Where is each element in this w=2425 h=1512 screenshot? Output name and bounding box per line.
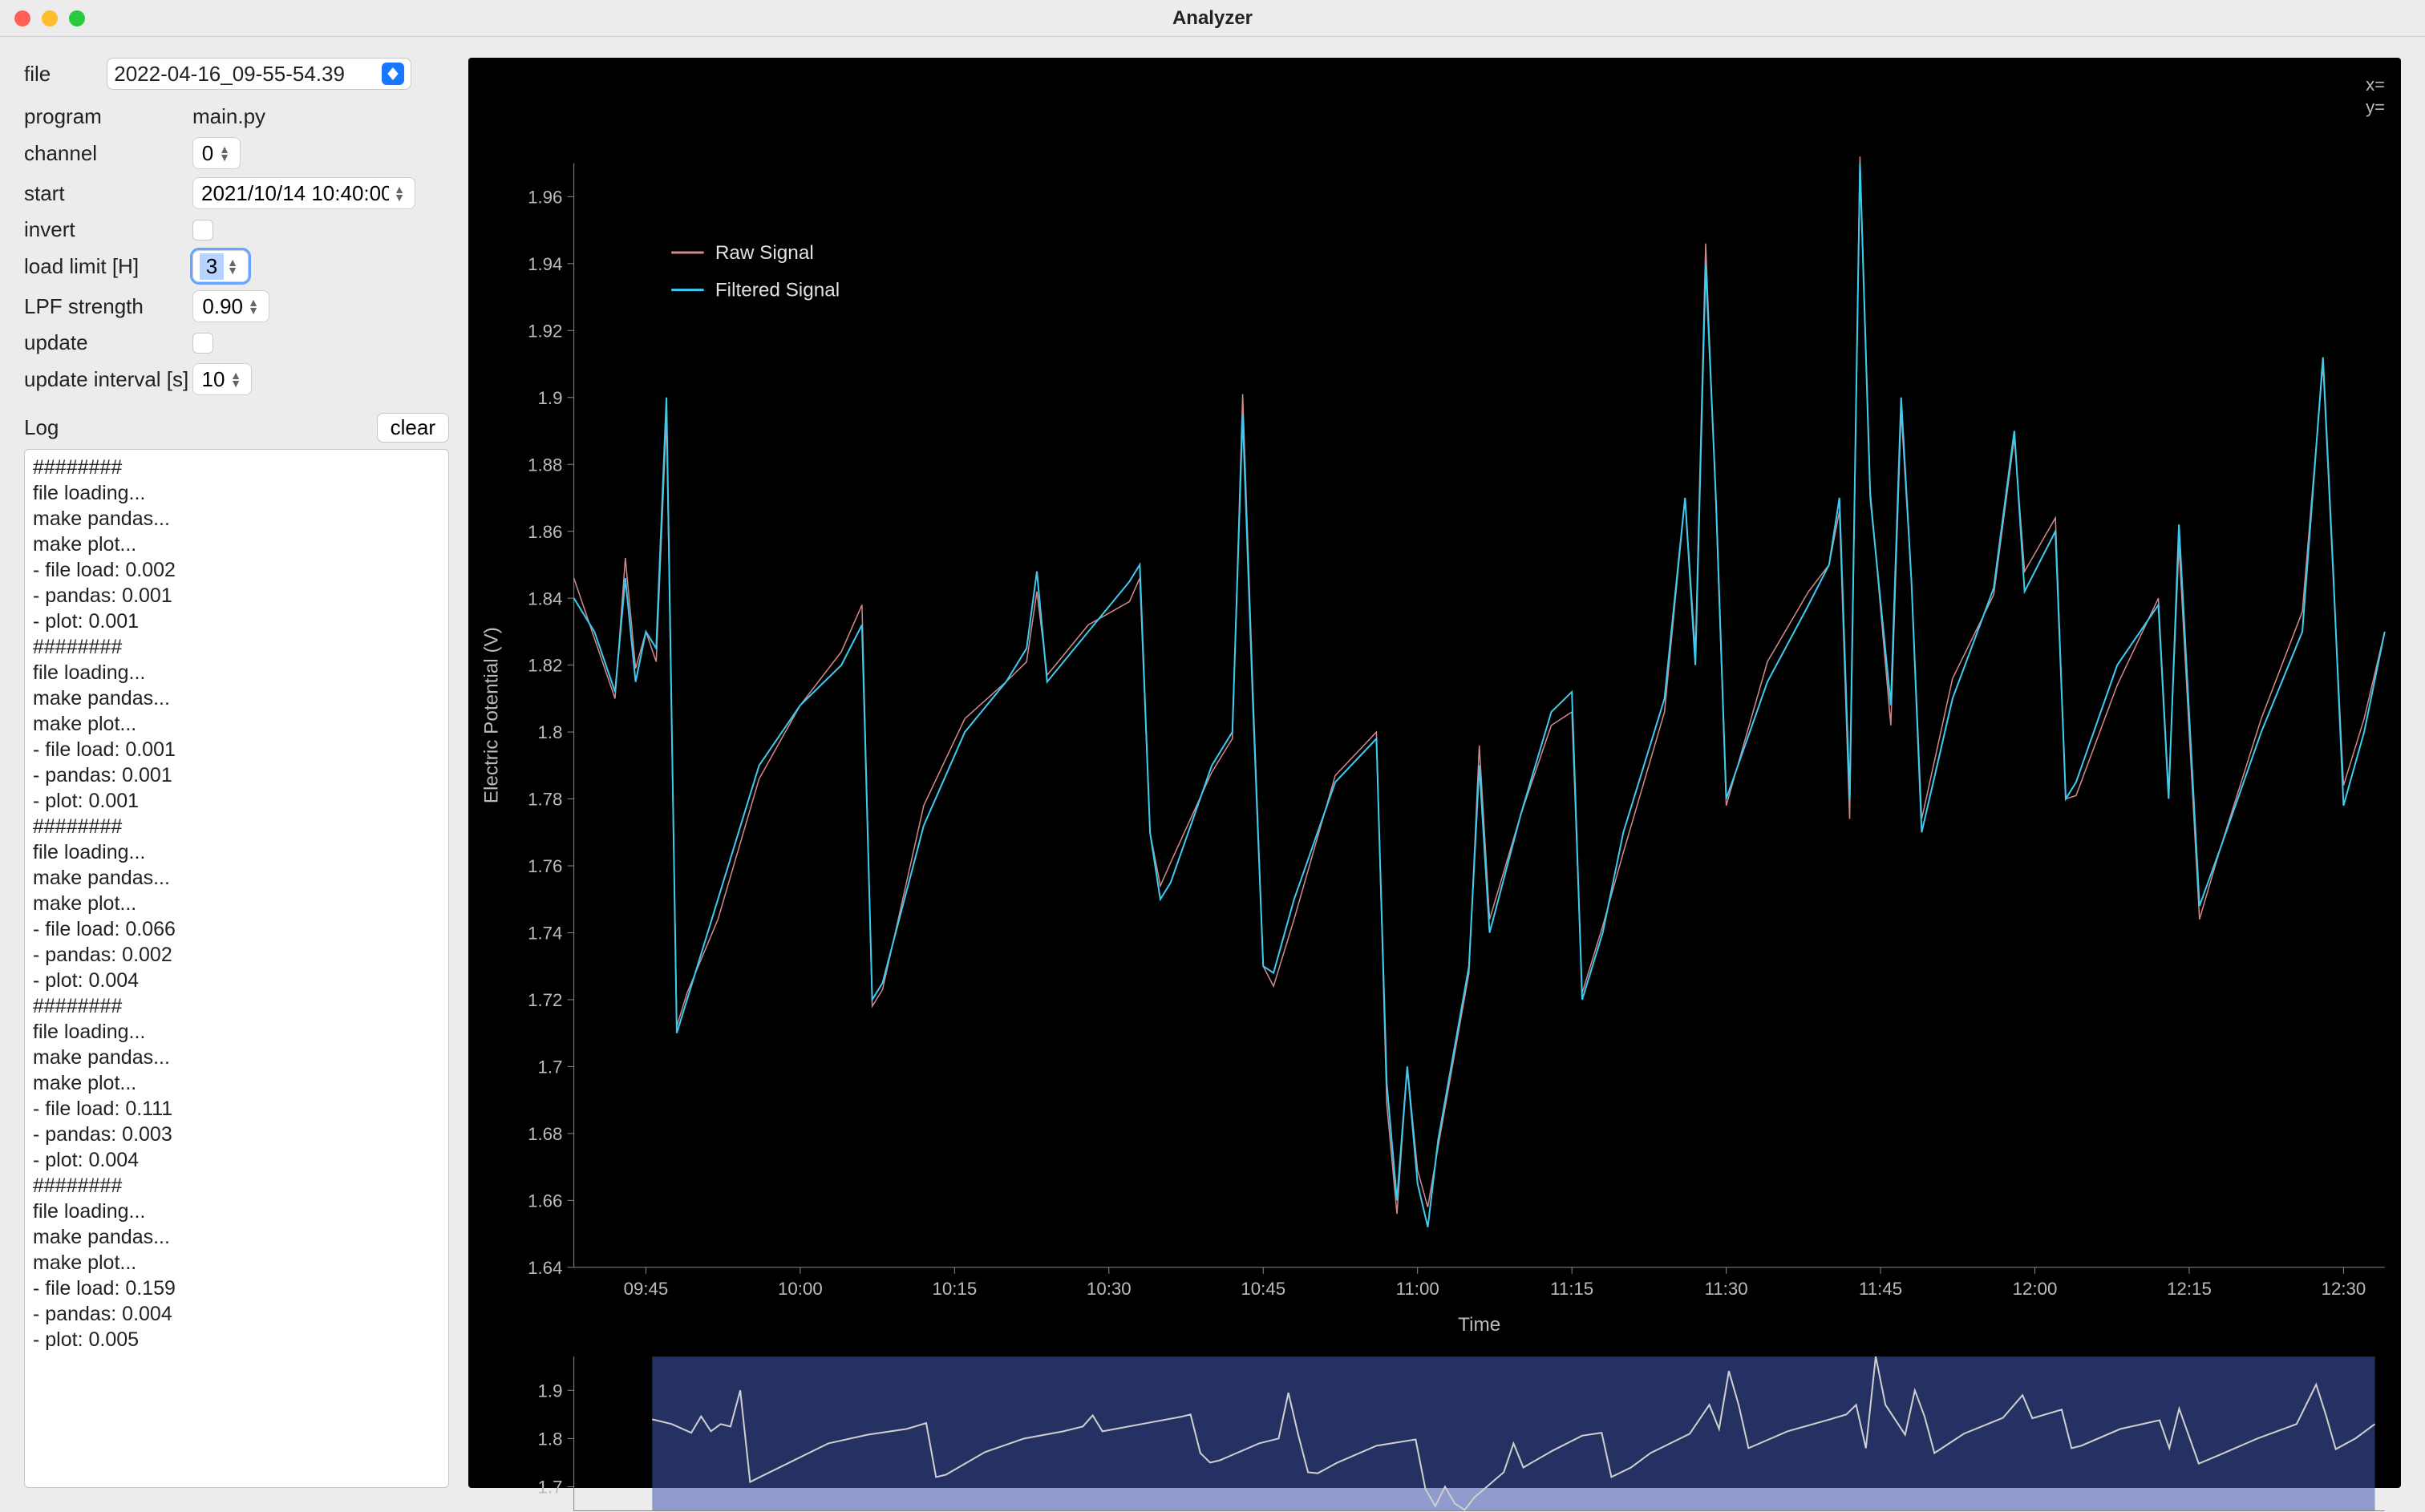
svg-text:1.92: 1.92 — [528, 321, 562, 341]
svg-text:1.8: 1.8 — [538, 722, 563, 742]
svg-text:12:30: 12:30 — [2322, 1279, 2366, 1299]
log-label: Log — [24, 415, 59, 440]
loadlimit-label: load limit [H] — [24, 254, 192, 279]
svg-text:1.78: 1.78 — [528, 790, 562, 810]
file-select[interactable]: 2022-04-16_09-55-54.39 — [107, 58, 411, 90]
channel-input[interactable] — [200, 140, 216, 167]
invert-label: invert — [24, 217, 192, 242]
sidebar: file 2022-04-16_09-55-54.39 program main… — [24, 58, 449, 1488]
svg-text:1.76: 1.76 — [528, 856, 562, 876]
svg-text:10:00: 10:00 — [778, 1279, 823, 1299]
start-datetime-input[interactable] — [200, 180, 391, 207]
svg-text:1.82: 1.82 — [528, 656, 562, 676]
svg-text:11:45: 11:45 — [1859, 1279, 1902, 1299]
updateint-label: update interval [s] — [24, 367, 192, 392]
readout-y: y= — [2366, 96, 2385, 119]
readout-x: x= — [2366, 74, 2385, 96]
svg-text:1.72: 1.72 — [528, 990, 562, 1010]
svg-text:1.74: 1.74 — [528, 924, 562, 944]
close-icon[interactable] — [14, 10, 30, 26]
svg-text:1.68: 1.68 — [528, 1124, 562, 1144]
svg-text:Filtered Signal: Filtered Signal — [715, 280, 840, 301]
loadlimit-input[interactable] — [200, 253, 224, 280]
svg-text:Electric Potential (V): Electric Potential (V) — [480, 627, 502, 803]
stepper-icon: ▲▼ — [391, 185, 408, 201]
svg-text:1.7: 1.7 — [538, 1057, 563, 1077]
plot-panel: x= y= 1.64 1.66 1.68 1.7 1.72 1.74 1.76 1.78 1.8… — [468, 58, 2401, 1488]
file-label: file — [24, 62, 51, 87]
program-value: main.py — [192, 104, 449, 129]
updateint-input[interactable] — [200, 366, 227, 393]
svg-text:1.8: 1.8 — [538, 1429, 563, 1449]
program-label: program — [24, 104, 192, 129]
svg-text:Raw Signal: Raw Signal — [715, 242, 814, 264]
stepper-icon: ▲▼ — [216, 145, 233, 161]
window-titlebar: Analyzer — [0, 0, 2425, 37]
stepper-icon: ▲▼ — [245, 298, 262, 314]
svg-text:1.86: 1.86 — [528, 522, 562, 542]
lpf-label: LPF strength — [24, 294, 192, 319]
svg-text:1.84: 1.84 — [528, 588, 562, 608]
svg-text:11:15: 11:15 — [1550, 1279, 1593, 1299]
svg-text:1.94: 1.94 — [528, 254, 562, 274]
cursor-readout: x= y= — [2366, 74, 2385, 118]
time-series-chart[interactable]: 1.64 1.66 1.68 1.7 1.72 1.74 1.76 1.78 1.8 1.82 1.… — [468, 58, 2401, 1511]
updateint-stepper[interactable]: ▲▼ — [192, 363, 252, 395]
zoom-icon[interactable] — [69, 10, 85, 26]
loadlimit-stepper[interactable]: ▲▼ — [192, 250, 249, 282]
dropdown-arrows-icon — [382, 63, 404, 85]
start-datetime-field[interactable]: ▲▼ — [192, 177, 415, 209]
lpf-input[interactable] — [200, 293, 245, 320]
channel-stepper[interactable]: ▲▼ — [192, 137, 241, 169]
channel-label: channel — [24, 141, 192, 166]
svg-text:12:15: 12:15 — [2167, 1279, 2212, 1299]
svg-text:1.96: 1.96 — [528, 187, 562, 207]
svg-text:11:30: 11:30 — [1705, 1279, 1748, 1299]
svg-text:1.88: 1.88 — [528, 455, 562, 475]
svg-text:1.66: 1.66 — [528, 1191, 562, 1211]
svg-text:10:45: 10:45 — [1241, 1279, 1285, 1299]
stepper-icon: ▲▼ — [227, 371, 245, 387]
file-select-value: 2022-04-16_09-55-54.39 — [114, 62, 345, 87]
svg-text:10:30: 10:30 — [1087, 1279, 1132, 1299]
window-controls — [14, 10, 85, 26]
svg-text:1.64: 1.64 — [528, 1258, 562, 1278]
svg-text:1.7: 1.7 — [538, 1478, 563, 1498]
log-textarea[interactable]: ######## file loading... make pandas... … — [24, 449, 449, 1488]
svg-text:12:00: 12:00 — [2013, 1279, 2058, 1299]
lpf-stepper[interactable]: ▲▼ — [192, 290, 269, 322]
invert-checkbox[interactable] — [192, 220, 213, 241]
start-label: start — [24, 181, 192, 206]
svg-text:10:15: 10:15 — [932, 1279, 977, 1299]
clear-button[interactable]: clear — [377, 413, 449, 443]
update-checkbox[interactable] — [192, 333, 213, 354]
svg-text:1.9: 1.9 — [538, 388, 563, 408]
stepper-icon: ▲▼ — [224, 258, 241, 274]
window-title: Analyzer — [1172, 7, 1253, 30]
update-label: update — [24, 330, 192, 355]
svg-text:Time: Time — [1458, 1314, 1500, 1336]
minimize-icon[interactable] — [42, 10, 58, 26]
svg-text:09:45: 09:45 — [624, 1279, 669, 1299]
svg-text:11:00: 11:00 — [1396, 1279, 1439, 1299]
svg-text:1.9: 1.9 — [538, 1381, 563, 1401]
